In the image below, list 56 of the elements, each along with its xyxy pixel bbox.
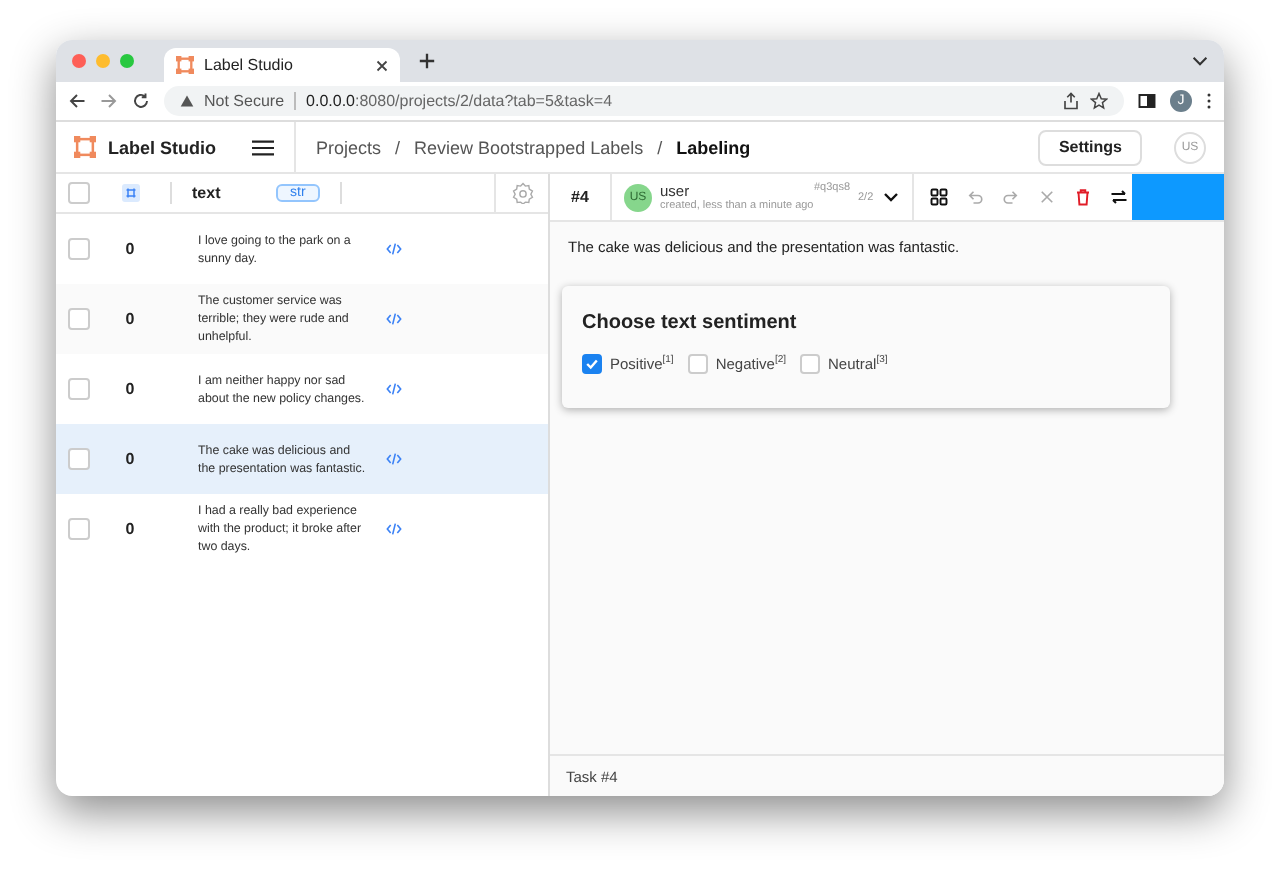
row-checkbox[interactable]	[68, 378, 90, 400]
task-id: #4	[569, 188, 591, 206]
row-checkbox[interactable]	[68, 448, 90, 470]
breadcrumb-separator: /	[395, 137, 401, 157]
checkbox[interactable]	[687, 354, 708, 374]
undo-icon[interactable]	[965, 188, 984, 206]
grid-icon[interactable]	[929, 188, 948, 206]
back-icon[interactable]	[68, 92, 86, 110]
row-checkbox[interactable]	[68, 238, 90, 260]
select-all-checkbox[interactable]	[68, 182, 90, 204]
chevron-down-icon[interactable]	[1192, 56, 1208, 66]
redo-icon[interactable]	[1001, 188, 1020, 206]
table-cell-text: 0	[123, 240, 137, 258]
code-icon[interactable]	[386, 382, 402, 396]
checkbox[interactable]	[800, 354, 820, 374]
star-icon[interactable]	[1090, 92, 1108, 110]
close-icon[interactable]	[1037, 188, 1056, 206]
breadcrumb-link[interactable]: Projects	[316, 137, 382, 157]
new-tab-icon[interactable]	[418, 52, 436, 70]
logo-icon	[176, 56, 194, 74]
close-tab-icon[interactable]	[376, 59, 388, 71]
table-cell-text: 0	[123, 520, 137, 538]
code-icon[interactable]	[386, 312, 402, 326]
sidebar-icon[interactable]	[1138, 92, 1156, 110]
browser-tab[interactable]: Label Studio	[164, 48, 400, 82]
checkbox[interactable]	[582, 354, 602, 374]
share-icon[interactable]	[1062, 92, 1080, 110]
breadcrumb-separator: /	[657, 137, 663, 157]
logo-icon	[74, 136, 96, 158]
settings-icon[interactable]	[511, 182, 533, 204]
warning-icon	[180, 94, 194, 108]
forward-icon[interactable]	[100, 92, 118, 110]
breadcrumb-link[interactable]: Review Bootstrapped Labels	[414, 137, 644, 157]
choices-title: Choose text sentiment	[582, 312, 799, 334]
reload-icon[interactable]	[132, 92, 150, 110]
code-icon[interactable]	[386, 242, 402, 256]
trash-icon[interactable]	[1073, 188, 1092, 206]
column-header[interactable]: text	[192, 184, 276, 202]
security-label: Not Secure	[204, 92, 285, 110]
address-bar[interactable]: Not Secure 0.0.0.0:8080/projects/2/data?tab=5&task=4	[164, 86, 1124, 116]
row-checkbox[interactable]	[68, 308, 90, 330]
table-cell-text: 0	[123, 450, 137, 468]
row-checkbox[interactable]	[68, 518, 90, 540]
more-icon[interactable]	[1206, 92, 1212, 110]
url-text: 0.0.0.0:8080/projects/2/data?tab=5&task=4	[306, 92, 613, 110]
menu-icon[interactable]	[252, 139, 274, 155]
code-icon[interactable]	[386, 522, 402, 536]
table-cell-text: 0	[123, 380, 137, 398]
app-name: Label Studio	[108, 137, 218, 157]
table-cell-text: 0	[123, 310, 137, 328]
close-window-icon[interactable]	[72, 54, 86, 68]
settings-button[interactable]: Settings	[1038, 129, 1142, 165]
swap-icon[interactable]	[1109, 188, 1128, 206]
column-icon[interactable]	[121, 184, 139, 202]
chevron-down-icon[interactable]	[881, 188, 900, 206]
code-icon[interactable]	[386, 452, 402, 466]
